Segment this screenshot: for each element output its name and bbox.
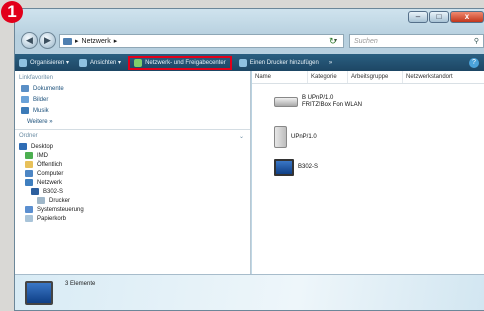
more-commands-label: »	[328, 59, 333, 66]
chevron-down-icon: ⌄	[238, 134, 244, 140]
column-header-workgroup[interactable]: Arbeitsgruppe	[348, 71, 403, 83]
more-commands-button[interactable]: »	[329, 60, 332, 66]
column-header-category[interactable]: Kategorie	[308, 71, 348, 83]
back-arrow-icon: ◀	[26, 35, 33, 45]
item-name: B UPnP/1.0	[302, 95, 334, 101]
item-name: UPnP/1.0	[291, 133, 317, 140]
tree-item-label: Desktop	[31, 143, 54, 150]
tree-item-printer[interactable]: Drucker	[15, 196, 250, 205]
search-input[interactable]: Suchen ⚲	[349, 34, 484, 48]
network-sharing-icon	[134, 58, 143, 67]
tree-item-desktop[interactable]: Desktop	[15, 142, 250, 151]
explorer-window: – □ x ◀ ▶ ▸ Netzwerk ▸ ▾ ↻ Suchen ⚲ Orga…	[14, 8, 484, 311]
music-icon	[21, 107, 29, 114]
tree-item-label: B302-S	[43, 188, 64, 195]
search-placeholder: Suchen	[354, 37, 378, 45]
tree-item-label: Drucker	[49, 197, 71, 204]
organize-button[interactable]: Organisieren ▾	[19, 58, 70, 67]
more-favorites-link[interactable]: Weitere »	[15, 116, 250, 129]
column-headers: Name Kategorie Arbeitsgruppe Netzwerksta…	[252, 71, 484, 84]
add-printer-label: Einen Drucker hinzufügen	[249, 59, 319, 66]
folders-title: Ordner	[19, 133, 38, 139]
network-sharing-label: Netzwerk- und Freigabecenter	[145, 59, 226, 66]
column-header-name[interactable]: Name	[252, 71, 308, 83]
list-item-b302s[interactable]: B302-S	[274, 159, 318, 176]
item-description: FRITZ!Box Fon WLAN	[302, 102, 363, 108]
back-button[interactable]: ◀	[21, 32, 38, 49]
window-caption-buttons: – □ x	[408, 11, 484, 23]
favorite-link-music[interactable]: Musik	[15, 105, 250, 116]
item-count: 3 Elemente	[65, 281, 96, 287]
tree-item-label: IMD	[37, 152, 48, 159]
favorite-label: Bilder	[33, 96, 49, 103]
network-icon	[63, 37, 72, 45]
folder-tree: Desktop IMD Öffentlich Computer Netzwerk…	[15, 142, 250, 223]
organize-label: Organisieren ▾	[30, 60, 70, 66]
details-pane: 3 Elemente	[15, 274, 484, 310]
router-icon	[274, 97, 298, 107]
step-number-badge: 1	[1, 1, 23, 23]
favorite-link-documents[interactable]: Dokumente	[15, 83, 250, 94]
views-icon	[79, 58, 88, 67]
favorite-label: Dokumente	[33, 85, 64, 92]
address-bar[interactable]: ▸ Netzwerk ▸	[59, 34, 344, 48]
documents-icon	[21, 85, 29, 92]
search-icon: ⚲	[473, 38, 479, 45]
tree-item-public[interactable]: Öffentlich	[15, 160, 250, 169]
tree-item-label: Öffentlich	[37, 161, 63, 168]
tree-item-label: Computer	[37, 170, 64, 177]
file-list: Name Kategorie Arbeitsgruppe Netzwerksta…	[252, 71, 484, 274]
tree-item-control-panel[interactable]: Systemsteuerung	[15, 205, 250, 214]
folders-header[interactable]: Ordner ⌄	[15, 130, 250, 142]
folder-icon	[25, 161, 33, 168]
views-button[interactable]: Ansichten ▾	[79, 58, 122, 67]
tree-item-network[interactable]: Netzwerk	[15, 178, 250, 187]
item-name: B302-S	[298, 164, 319, 170]
pictures-icon	[21, 96, 29, 103]
network-computer-icon	[25, 281, 53, 305]
favorites-title: Linkfavoriten	[19, 75, 54, 81]
tree-item-label: Systemsteuerung	[37, 206, 84, 213]
printer-folder-icon	[37, 197, 45, 204]
list-item-upnp-device[interactable]: UPnP/1.0	[274, 126, 317, 148]
address-trail-arrow: ▸	[113, 38, 118, 45]
tree-item-imd[interactable]: IMD	[15, 151, 250, 160]
views-label: Ansichten ▾	[90, 60, 122, 66]
computer-icon	[274, 159, 294, 176]
computer-icon	[31, 188, 39, 195]
tree-item-computer[interactable]: Computer	[15, 169, 250, 178]
address-separator: ▸	[75, 38, 79, 45]
column-header-location[interactable]: Netzwerkstandort	[403, 71, 473, 83]
favorite-link-pictures[interactable]: Bilder	[15, 94, 250, 105]
printer-icon	[238, 58, 247, 67]
favorite-label: Musik	[33, 107, 49, 114]
tree-item-label: Netzwerk	[37, 179, 63, 186]
desktop-icon	[19, 143, 27, 150]
forward-arrow-icon: ▶	[44, 35, 51, 45]
tree-item-recycle-bin[interactable]: Papierkorb	[15, 214, 250, 223]
list-item-router[interactable]: B UPnP/1.0 FRITZ!Box Fon WLAN	[274, 95, 362, 109]
organize-icon	[19, 58, 27, 67]
recycle-bin-icon	[25, 215, 33, 222]
navigation-pane: Linkfavoriten Dokumente Bilder Musik Wei…	[15, 71, 251, 274]
add-printer-button[interactable]: Einen Drucker hinzufügen	[238, 58, 319, 67]
user-folder-icon	[25, 152, 33, 159]
command-bar: Organisieren ▾ Ansichten ▾ Netzwerk- und…	[15, 54, 484, 71]
help-icon[interactable]: ?	[469, 57, 479, 68]
maximize-button[interactable]: □	[429, 11, 449, 23]
address-path: Netzwerk	[81, 37, 111, 45]
server-icon	[274, 126, 287, 148]
tree-item-label: Papierkorb	[37, 215, 67, 222]
minimize-button[interactable]: –	[408, 11, 428, 23]
tree-item-b302s[interactable]: B302-S	[15, 187, 250, 196]
forward-button[interactable]: ▶	[39, 32, 56, 49]
computer-icon	[25, 170, 33, 177]
refresh-icon[interactable]: ↻	[329, 36, 337, 47]
close-button[interactable]: x	[450, 11, 484, 23]
network-icon	[25, 179, 33, 186]
network-sharing-center-button[interactable]: Netzwerk- und Freigabecenter	[128, 55, 232, 70]
control-panel-icon	[25, 206, 33, 213]
